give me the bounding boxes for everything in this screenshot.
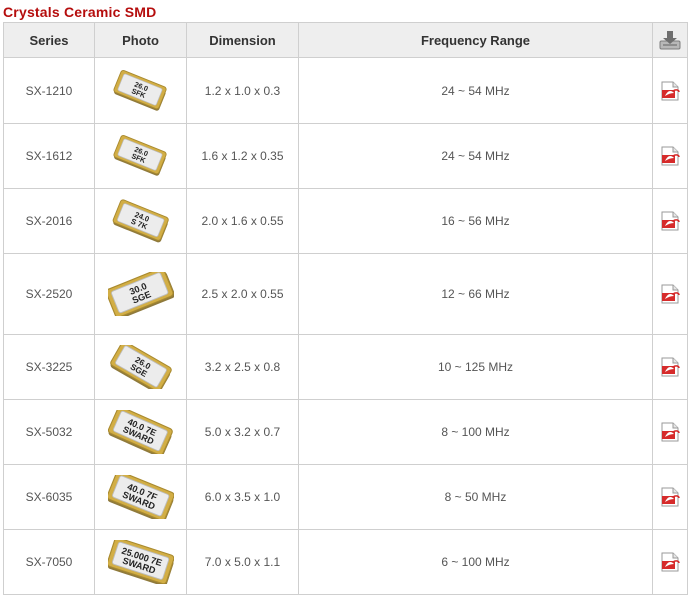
series-cell: SX-1210 [3, 57, 95, 124]
chip-photo: 40.0 7F SWARD [107, 475, 174, 519]
chip-photo: 26.0 SFK [112, 69, 167, 111]
table-row: SX-2016 24.0 S 7K 2.0 x 1.6 x 0.55 16 ~ … [3, 188, 688, 254]
pdf-icon[interactable] [659, 145, 681, 167]
series-label: SX-1612 [25, 149, 73, 163]
photo-cell: 26.0 SFK [94, 57, 187, 124]
frequency-cell: 12 ~ 66 MHz [298, 253, 653, 335]
pdf-icon[interactable] [659, 356, 681, 378]
datasheet-cell [652, 334, 688, 400]
dimension-cell: 2.5 x 2.0 x 0.55 [186, 253, 299, 335]
datasheet-cell [652, 253, 688, 335]
table-row: SX-6035 40.0 7F SWARD 6.0 x 3.5 x 1.0 8 … [3, 464, 688, 530]
table-row: SX-1210 26.0 SFK 1.2 x 1.0 x 0.3 24 ~ 54… [3, 57, 688, 124]
frequency-value: 24 ~ 54 MHz [441, 83, 510, 98]
datasheet-cell [652, 57, 688, 124]
series-label: SX-2016 [25, 214, 73, 228]
pdf-icon[interactable] [659, 80, 681, 102]
dimension-value: 1.6 x 1.2 x 0.35 [201, 149, 284, 163]
series-label: SX-2520 [25, 287, 73, 301]
pdf-icon[interactable] [659, 551, 681, 573]
table-row: SX-1612 26.0 SFK 1.6 x 1.2 x 0.35 24 ~ 5… [3, 123, 688, 189]
frequency-value: 24 ~ 54 MHz [441, 149, 510, 163]
frequency-value: 16 ~ 56 MHz [441, 214, 510, 228]
photo-cell: 24.0 S 7K [94, 188, 187, 254]
table-row: SX-7050 25.000 7E SWARD 7.0 x 5.0 x 1.1 … [3, 529, 688, 595]
dimension-cell: 5.0 x 3.2 x 0.7 [186, 399, 299, 465]
pdf-icon[interactable] [659, 210, 681, 232]
photo-cell: 40.0 7E SWARD [94, 399, 187, 465]
dimension-cell: 6.0 x 3.5 x 1.0 [186, 464, 299, 530]
dimension-value: 6.0 x 3.5 x 1.0 [204, 490, 281, 504]
table-row: SX-3225 26.0 SGE 3.2 x 2.5 x 0.8 10 ~ 12… [3, 334, 688, 400]
dimension-cell: 7.0 x 5.0 x 1.1 [186, 529, 299, 595]
dimension-cell: 1.2 x 1.0 x 0.3 [186, 57, 299, 124]
series-label: SX-7050 [25, 555, 73, 569]
frequency-cell: 24 ~ 54 MHz [298, 57, 653, 124]
dimension-value: 7.0 x 5.0 x 1.1 [204, 555, 281, 569]
series-cell: SX-2520 [3, 253, 95, 335]
dimension-value: 1.2 x 1.0 x 0.3 [204, 83, 281, 98]
dimension-cell: 3.2 x 2.5 x 0.8 [186, 334, 299, 400]
header-photo: Photo [94, 22, 187, 58]
series-label: SX-6035 [25, 490, 73, 504]
series-cell: SX-1612 [3, 123, 95, 189]
frequency-cell: 8 ~ 50 MHz [298, 464, 653, 530]
datasheet-cell [652, 399, 688, 465]
series-cell: SX-5032 [3, 399, 95, 465]
frequency-cell: 10 ~ 125 MHz [298, 334, 653, 400]
frequency-value: 12 ~ 66 MHz [441, 287, 510, 301]
dimension-value: 3.2 x 2.5 x 0.8 [204, 360, 281, 374]
chip-photo: 26.0 SGE [109, 345, 172, 389]
dimension-cell: 2.0 x 1.6 x 0.55 [186, 188, 299, 254]
chip-photo: 24.0 S 7K [112, 199, 169, 243]
pdf-icon[interactable] [659, 283, 681, 305]
chip-photo: 26.0 SFK [112, 135, 167, 176]
frequency-cell: 16 ~ 56 MHz [298, 188, 653, 254]
series-label: SX-3225 [25, 360, 73, 374]
series-cell: SX-6035 [3, 464, 95, 530]
dimension-value: 2.5 x 2.0 x 0.55 [201, 287, 284, 301]
chip-photo: 30.0 SGE [107, 272, 174, 316]
photo-cell: 25.000 7E SWARD [94, 529, 187, 595]
frequency-cell: 8 ~ 100 MHz [298, 399, 653, 465]
pdf-icon[interactable] [659, 486, 681, 508]
frequency-value: 8 ~ 100 MHz [441, 425, 510, 439]
header-frequency: Frequency Range [298, 22, 653, 58]
datasheet-cell [652, 529, 688, 595]
photo-cell: 26.0 SGE [94, 334, 187, 400]
frequency-cell: 6 ~ 100 MHz [298, 529, 653, 595]
datasheet-cell [652, 188, 688, 254]
chip-photo: 25.000 7E SWARD [107, 540, 174, 584]
table-row: SX-2520 30.0 SGE 2.5 x 2.0 x 0.55 12 ~ 6… [3, 253, 688, 335]
series-cell: SX-2016 [3, 188, 95, 254]
datasheet-cell [652, 464, 688, 530]
series-label: SX-1210 [25, 83, 73, 98]
header-dimension: Dimension [186, 22, 299, 58]
dimension-value: 2.0 x 1.6 x 0.55 [201, 214, 284, 228]
series-cell: SX-3225 [3, 334, 95, 400]
header-series: Series [3, 22, 95, 58]
product-table: Series Photo Dimension Frequency Range S… [3, 22, 688, 595]
frequency-value: 6 ~ 100 MHz [441, 555, 510, 569]
header-download [652, 22, 688, 58]
table-row: SX-5032 40.0 7E SWARD 5.0 x 3.2 x 0.7 8 … [3, 399, 688, 465]
photo-cell: 26.0 SFK [94, 123, 187, 189]
frequency-value: 10 ~ 125 MHz [437, 360, 514, 374]
download-icon[interactable] [658, 29, 682, 51]
page-title: Crystals Ceramic SMD [3, 4, 157, 20]
frequency-value: 8 ~ 50 MHz [444, 490, 507, 504]
table-header-row: Series Photo Dimension Frequency Range [3, 22, 688, 58]
dimension-value: 5.0 x 3.2 x 0.7 [204, 425, 281, 439]
dimension-cell: 1.6 x 1.2 x 0.35 [186, 123, 299, 189]
series-label: SX-5032 [25, 425, 73, 439]
photo-cell: 30.0 SGE [94, 253, 187, 335]
chip-photo: 40.0 7E SWARD [107, 410, 173, 454]
frequency-cell: 24 ~ 54 MHz [298, 123, 653, 189]
series-cell: SX-7050 [3, 529, 95, 595]
datasheet-cell [652, 123, 688, 189]
pdf-icon[interactable] [659, 421, 681, 443]
photo-cell: 40.0 7F SWARD [94, 464, 187, 530]
